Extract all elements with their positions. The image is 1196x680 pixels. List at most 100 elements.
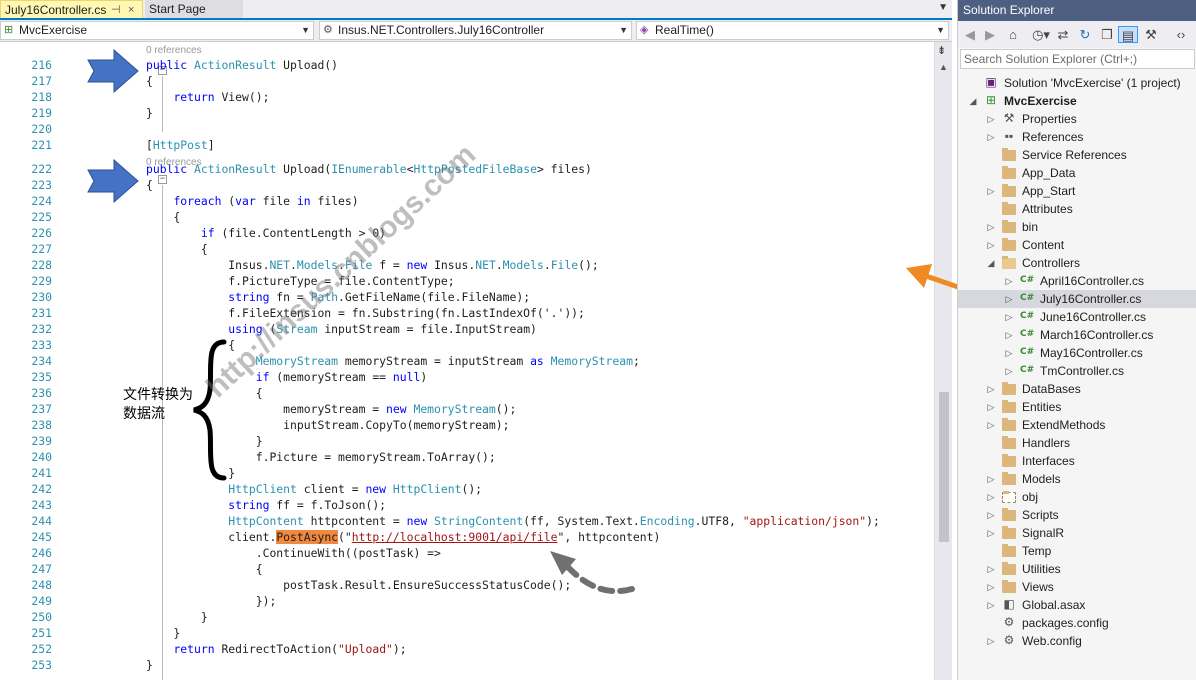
collapsed-arrow-icon[interactable]: ▷ [1004,272,1014,290]
tree-item[interactable]: ▷ C# May16Controller.cs [958,344,1196,362]
line-number: 229 [31,274,52,288]
line-number: 236 [31,386,52,400]
tree-item[interactable]: Handlers [958,434,1196,452]
collapsed-arrow-icon[interactable]: ▷ [986,218,996,236]
tree-item[interactable]: ▷ ExtendMethods [958,416,1196,434]
tab-start-page[interactable]: Start Page [145,0,243,18]
properties-icon[interactable]: ⚒ [1142,26,1160,43]
show-all-files-icon[interactable]: ▤ [1118,26,1138,43]
code-view-icon[interactable]: ‹› [1170,26,1192,43]
collapsed-arrow-icon[interactable]: ▷ [986,596,996,614]
tree-item[interactable]: App_Data [958,164,1196,182]
tab-july16controller[interactable]: July16Controller.cs ⊣ × [0,0,143,18]
tree-item[interactable]: ▷ ▪▪ References [958,128,1196,146]
collapsed-arrow-icon[interactable]: ▷ [986,128,996,146]
tab-overflow-dropdown-icon[interactable]: ▼ [938,2,948,13]
tree-item[interactable]: ▷ DataBases [958,380,1196,398]
tree-item[interactable]: ▷ obj [958,488,1196,506]
expanded-arrow-icon[interactable]: ◢ [986,254,996,272]
class-dropdown[interactable]: ⚙ Insus.NET.Controllers.July16Controller… [319,21,632,40]
tree-item[interactable]: ▷ App_Start [958,182,1196,200]
code-line: foreach (var file in files) [173,194,359,208]
tree-item[interactable]: ▷ C# July16Controller.cs [958,290,1196,308]
expanded-arrow-icon[interactable]: ◢ [968,92,978,110]
tree-item[interactable]: ▷ Content [958,236,1196,254]
back-icon[interactable]: ◀ [962,26,978,43]
tree-item[interactable]: ▷ Models [958,470,1196,488]
collapsed-arrow-icon[interactable]: ▷ [1004,308,1014,326]
tree-item[interactable]: ▷ ⚒ Properties [958,110,1196,128]
code-line: [HttpPost] [146,138,215,152]
collapsed-arrow-icon[interactable]: ▷ [986,524,996,542]
tree-item[interactable]: Temp [958,542,1196,560]
blue-arrow-annotation [87,158,139,204]
member-dropdown[interactable]: ◈ RealTime() ▼ [636,21,949,40]
tree-item[interactable]: ◢ ⊞ MvcExercise [958,92,1196,110]
tree-item[interactable]: Attributes [958,200,1196,218]
collapsed-arrow-icon[interactable]: ▷ [986,488,996,506]
gray-dashed-arrow-annotation [550,551,635,595]
sync-icon[interactable]: ⇄ [1054,26,1072,43]
collapsed-arrow-icon[interactable]: ▷ [986,560,996,578]
tree-item[interactable]: ▷ bin [958,218,1196,236]
close-icon[interactable]: × [128,1,134,19]
collapsed-arrow-icon[interactable]: ▷ [986,182,996,200]
collapsed-arrow-icon[interactable]: ▷ [1004,290,1014,308]
collapsed-arrow-icon[interactable]: ▷ [986,632,996,650]
collapsed-arrow-icon[interactable]: ▷ [986,110,996,128]
project-dropdown[interactable]: ⊞ MvcExercise ▼ [0,21,314,40]
collapsed-arrow-icon[interactable]: ▷ [986,416,996,434]
solution-explorer-search-input[interactable]: Search Solution Explorer (Ctrl+;) [960,49,1195,69]
tree-item[interactable]: ▷ Utilities [958,560,1196,578]
collapsed-arrow-icon[interactable]: ▷ [986,380,996,398]
tree-item[interactable]: ▷ C# TmController.cs [958,362,1196,380]
collapsed-arrow-icon[interactable]: ▷ [986,506,996,524]
tree-item[interactable]: ▷ Scripts [958,506,1196,524]
home-icon[interactable]: ⌂ [1004,26,1022,43]
collapsed-arrow-icon[interactable]: ▷ [986,470,996,488]
code-line: { [146,178,153,192]
editor-vertical-scrollbar[interactable]: ⇟ ▲ [934,42,952,680]
line-number: 242 [31,482,52,496]
tree-item[interactable]: ▷ ◧ Global.asax [958,596,1196,614]
tree-item[interactable]: ▣ Solution 'MvcExercise' (1 project) [958,74,1196,92]
codelens-reference-count[interactable]: 0 references [146,45,202,56]
code-text-area[interactable]: 216 217 218 219 220 221 222 223 224 225 226 227 228 2… [0,42,934,680]
refresh-icon[interactable]: ↻ [1076,26,1094,43]
line-number: 246 [31,546,52,560]
folder-icon [1002,382,1016,395]
tree-item[interactable]: ⚙ packages.config [958,614,1196,632]
collapsed-arrow-icon[interactable]: ▷ [1004,362,1014,380]
tree-item[interactable]: ◢ Controllers [958,254,1196,272]
tree-item-label: June16Controller.cs [1040,310,1147,324]
collapsed-arrow-icon[interactable]: ▷ [986,578,996,596]
tree-item[interactable]: ▷ Views [958,578,1196,596]
collapsed-arrow-icon[interactable]: ▷ [1004,344,1014,362]
config-icon: ⚙ [1003,633,1015,647]
line-number: 226 [31,226,52,240]
history-icon[interactable]: ◷▾ [1030,26,1052,43]
scroll-up-icon[interactable]: ▲ [939,62,948,72]
forward-icon[interactable]: ▶ [982,26,998,43]
collapse-region-icon[interactable]: − [158,175,167,184]
tree-item[interactable]: ▷ ⚙ Web.config [958,632,1196,650]
split-editor-icon[interactable]: ⇟ [937,44,946,57]
tree-item[interactable]: ▷ Entities [958,398,1196,416]
line-number: 225 [31,210,52,224]
tree-item[interactable]: ▷ SignalR [958,524,1196,542]
tree-item[interactable]: ▷ C# June16Controller.cs [958,308,1196,326]
tree-item[interactable]: ▷ C# March16Controller.cs [958,326,1196,344]
pin-icon[interactable]: ⊣ [111,1,121,19]
code-line: client.PostAsync("http://localhost:9001/… [146,530,661,544]
line-number: 218 [31,90,52,104]
codelens-reference-count[interactable]: 0 references [146,157,202,168]
collapse-all-icon[interactable]: ❐ [1098,26,1116,43]
code-line: Insus.NET.Models.File f = new Insus.NET.… [146,258,599,272]
collapsed-arrow-icon[interactable]: ▷ [986,398,996,416]
collapsed-arrow-icon[interactable]: ▷ [986,236,996,254]
collapsed-arrow-icon[interactable]: ▷ [1004,326,1014,344]
tree-item[interactable]: Interfaces [958,452,1196,470]
scrollbar-thumb[interactable] [939,392,949,542]
tree-item[interactable]: ▷ C# April16Controller.cs [958,272,1196,290]
tree-item[interactable]: Service References [958,146,1196,164]
